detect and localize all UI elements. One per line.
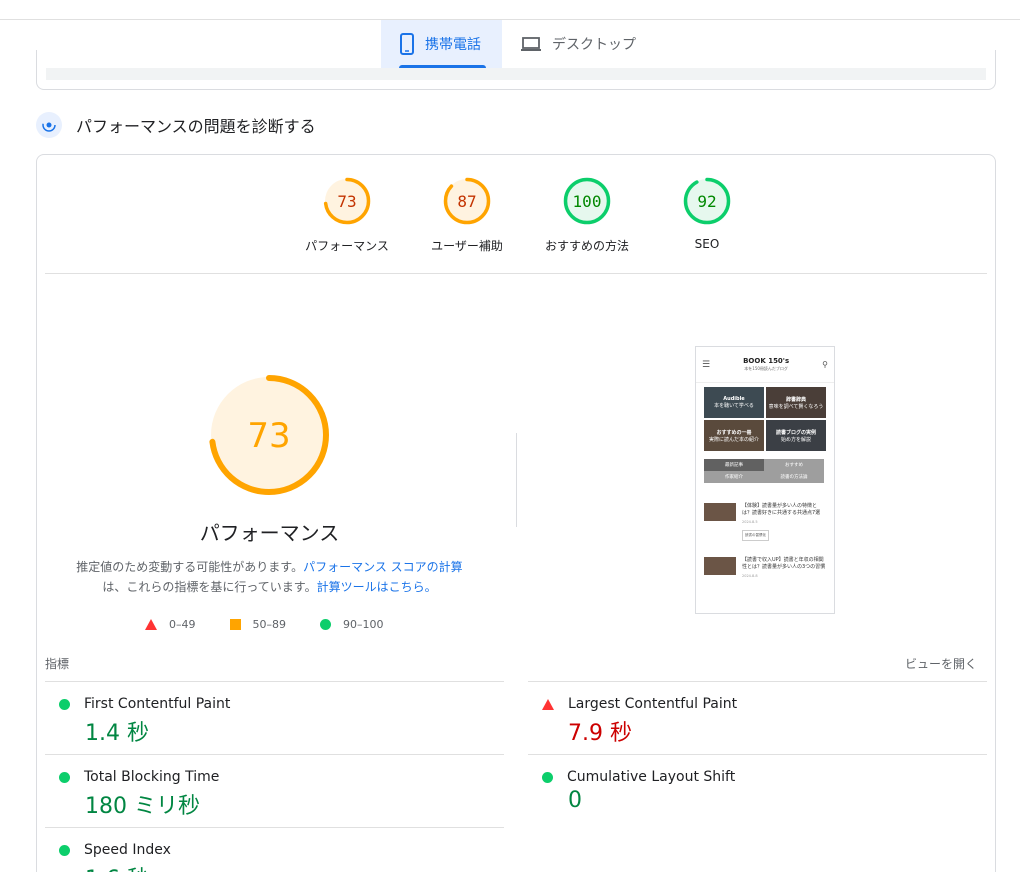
metric-value: 180 ミリ秒 [85,794,200,819]
search-icon: ⚲ [822,360,828,369]
gauge-performance-label: パフォーマンス [305,239,389,253]
gauges-divider [45,273,987,274]
pass-circle-icon [59,771,70,783]
performance-description: 推定値のため変動する可能性があります。パフォーマンス スコアの計算 は、これらの… [67,557,472,597]
metric-tbt: Total Blocking Time 180 ミリ秒 [45,754,504,827]
screenshot-tile: 読書ブログの実例 始め方を解説 [766,420,826,451]
screenshot-tab: 作家紹介 [704,471,764,483]
diagnose-header: パフォーマンスの問題を診断する [36,112,316,138]
page-screenshot-thumbnail[interactable]: ☰ BOOK 150's 本を150冊読んだブログ ⚲ Audible 本を聴いて… [695,346,835,614]
legend-pass-range: 90–100 [343,618,384,631]
screenshot-post-title: 【体験】読書量が多い人の特徴とは？読書好きに共通する共通点7選 [742,503,821,516]
diagnose-title: パフォーマンスの問題を診断する [76,117,316,136]
gauge-performance-score: 73 [337,192,356,211]
screenshot-site-title: BOOK 150's 本を150冊読んだブログ [743,357,789,373]
gauge-seo-ring: 92 [683,177,731,225]
performance-big-gauge: 73 [209,375,329,495]
fail-triangle-icon [145,619,157,630]
legend-fail-range: 0–49 [169,618,196,631]
gauge-best-practices[interactable]: 100 おすすめの方法 [527,177,647,254]
performance-title: パフォーマンス [199,521,340,545]
score-legend: 0–49 50–89 90–100 [145,618,418,631]
score-calculation-link[interactable]: パフォーマンス スコアの計算 [303,560,463,574]
gauge-seo[interactable]: 92 SEO [647,177,767,254]
metric-name: First Contentful Paint [84,696,231,712]
screenshot-tabs: 最新記事 おすすめ 作家紹介 読書の方法論 [704,459,826,483]
previous-section-bar [46,68,986,80]
report-card: 73 パフォーマンス 87 ユーザー補助 100 おすすめの方法 92 SEO … [36,154,996,872]
screenshot-tile: Audible 本を聴いて学べる [704,387,764,418]
pass-circle-icon [59,844,70,856]
average-square-icon [229,619,241,630]
gauge-accessibility[interactable]: 87 ユーザー補助 [407,177,527,254]
gauge-seo-label: SEO [694,237,720,251]
screenshot-tile: 辞書辞典 意味を調べて賢くなろう [766,387,826,418]
screenshot-post: 【体験】読書量が多い人の特徴とは？読書好きに共通する共通点7選 2024.8.5… [704,497,826,541]
metric-value: 7.9 秒 [568,721,632,746]
metric-fcp: First Contentful Paint 1.4 秒 [45,681,504,754]
gauge-performance[interactable]: 73 パフォーマンス [287,177,407,254]
gauge-accessibility-score: 87 [457,192,476,211]
hamburger-menu-icon: ☰ [702,359,711,370]
metric-cls: Cumulative Layout Shift 0 [528,754,987,827]
gauge-best-practices-label: おすすめの方法 [544,239,629,253]
gauge-accessibility-label: ユーザー補助 [431,239,503,253]
metrics-title: 指標 [45,657,70,671]
pass-circle-icon [320,619,331,630]
gauge-performance-ring: 73 [323,177,371,225]
screenshot-header: ☰ BOOK 150's 本を150冊読んだブログ ⚲ [696,347,834,383]
screenshot-post-date: 2024.8.8 [742,574,758,578]
screenshot-post: 【読書で収入UP】読書と年収の相関性とは？読書量が多い人の3つの習慣 2024.… [704,551,826,580]
screenshot-post-thumbnail [704,557,736,575]
calculator-link[interactable]: 計算ツールはこちら。 [317,580,437,594]
screenshot-tab: おすすめ [764,459,824,471]
gauge-best-practices-ring: 100 [563,177,611,225]
metric-lcp: Largest Contentful Paint 7.9 秒 [528,681,987,754]
screenshot-site-name: BOOK 150's [743,356,790,365]
performance-big-score: 73 [247,416,290,456]
category-gauges: 73 パフォーマンス 87 ユーザー補助 100 おすすめの方法 92 SEO [287,177,767,254]
metric-name: Total Blocking Time [84,769,220,785]
expand-view-toggle[interactable]: ビューを開く [905,655,977,672]
screenshot-tab: 最新記事 [704,459,764,471]
gauge-accessibility-ring: 87 [443,177,491,225]
pass-circle-icon [542,771,553,783]
metric-value: 1.6 秒 [85,861,149,872]
screenshot-post-thumbnail [704,503,736,521]
metrics-header: 指標 ビューを開く [45,655,987,672]
legend-average-range: 50–89 [252,618,287,631]
legend-item-average: 50–89 [229,618,287,631]
metric-speed-index: Speed Index 1.6 秒 [45,827,504,872]
desc-text-1: 推定値のため変動する可能性があります。 [76,560,304,574]
metric-name: Largest Contentful Paint [568,696,738,712]
previous-section-card [36,50,996,90]
metric-value: 1.4 秒 [85,721,149,746]
screenshot-tile-grid: Audible 本を聴いて学べる 辞書辞典 意味を調べて賢くなろう おすすめの一冊実… [696,383,834,451]
fail-triangle-icon [542,698,554,710]
gauge-best-practices-score: 100 [573,192,602,211]
pass-circle-icon [59,698,70,710]
metric-value: 0 [568,788,582,813]
metric-name: Speed Index [84,842,171,858]
screenshot-site-subtitle: 本を150冊読んだブログ [744,365,788,371]
screenshot-post-title: 【読書で収入UP】読書と年収の相関性とは？読書量が多い人の3つの習慣 [742,557,826,570]
legend-item-fail: 0–49 [145,618,196,631]
metric-name: Cumulative Layout Shift [567,769,736,785]
screenshot-post-date: 2024.8.5 [742,520,758,524]
screenshot-tab: 読書の方法論 [764,471,824,483]
desc-text-2: は、これらの指標を基に行っています。 [102,580,317,594]
screenshot-tile: おすすめの一冊 実際に読んだ本の紹介 [704,420,764,451]
diagnose-icon [36,112,62,138]
vertical-divider [516,433,517,527]
screenshot-post-tag: 読書の習慣化 [742,530,769,541]
gauge-seo-score: 92 [697,192,716,211]
legend-item-pass: 90–100 [320,618,384,631]
